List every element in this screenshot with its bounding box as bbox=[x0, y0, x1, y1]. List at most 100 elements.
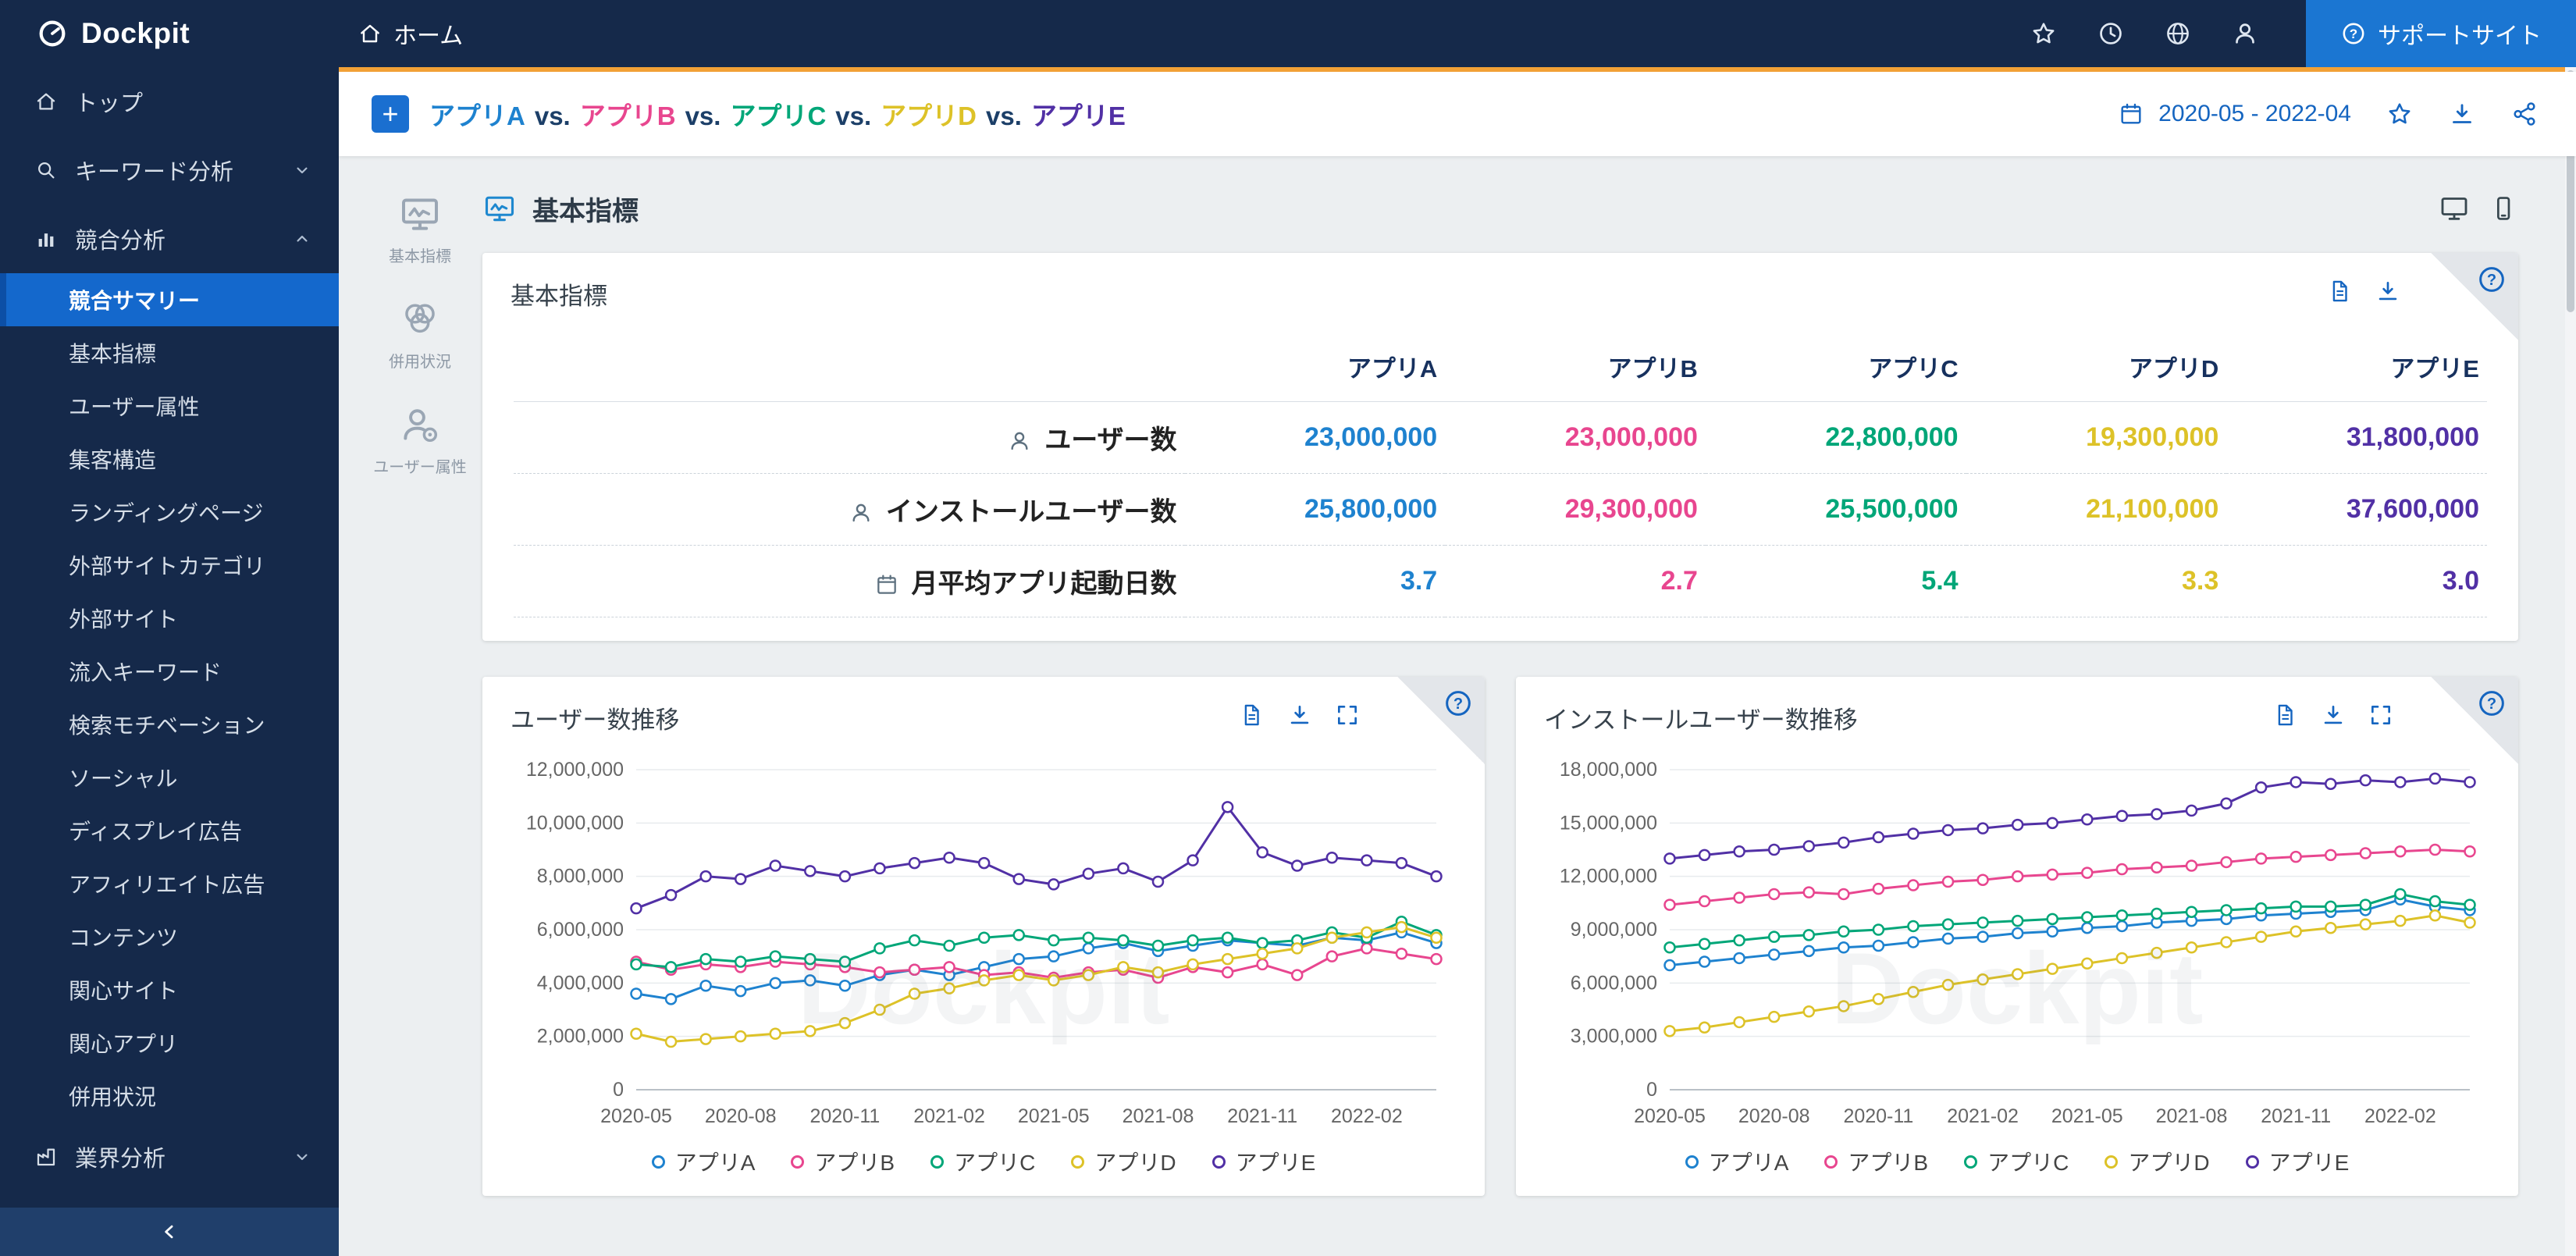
legend-item[interactable]: アプリE bbox=[2245, 1146, 2349, 1177]
download-icon[interactable] bbox=[2375, 278, 2401, 304]
top-bar: Dockpit ホーム サポートサイト bbox=[0, 0, 2576, 67]
sidebar-subitem-label: 競合サマリー bbox=[69, 289, 201, 313]
help-icon[interactable] bbox=[1443, 688, 1474, 719]
sidebar-subitem-contents[interactable]: コンテンツ bbox=[0, 910, 339, 963]
card-toolbar bbox=[2326, 278, 2401, 304]
sidebar-item-keyword-analysis[interactable]: キーワード分析 bbox=[0, 136, 339, 205]
sidebar-subitem-competitor-summary[interactable]: 競合サマリー bbox=[0, 273, 339, 326]
favorites-star-icon[interactable] bbox=[2030, 20, 2058, 48]
sidebar-item-competitive-analysis[interactable]: 競合分析 bbox=[0, 205, 339, 273]
support-site-button[interactable]: サポートサイト bbox=[2306, 0, 2576, 67]
legend-item[interactable]: アプリD bbox=[1071, 1146, 1176, 1177]
rail-item-basic-indicators[interactable]: 基本指標 bbox=[389, 192, 451, 266]
sidebar-item-label: キーワード分析 bbox=[75, 160, 234, 185]
favorite-star-icon[interactable] bbox=[2386, 100, 2414, 128]
svg-text:2021-02: 2021-02 bbox=[913, 1105, 985, 1127]
download-icon[interactable] bbox=[2320, 702, 2347, 728]
share-icon[interactable] bbox=[2510, 100, 2539, 128]
legend-label: アプリB bbox=[814, 1151, 895, 1175]
date-range[interactable]: 2020-05 - 2022-04 bbox=[2158, 101, 2351, 127]
page-scrollbar[interactable] bbox=[2565, 67, 2576, 1256]
table-row-install-users: インストールユーザー数 25,800,000 29,300,000 25,500… bbox=[514, 473, 2487, 546]
svg-text:9,000,000: 9,000,000 bbox=[1571, 919, 1657, 941]
sidebar-subitem-inflow-keywords[interactable]: 流入キーワード bbox=[0, 645, 339, 698]
legend-label: アプリD bbox=[2128, 1151, 2210, 1175]
rail-item-concurrent-usage[interactable]: 併用状況 bbox=[389, 297, 451, 372]
sidebar-subitem-traffic-structure[interactable]: 集客構造 bbox=[0, 432, 339, 486]
account-icon[interactable] bbox=[2231, 20, 2259, 48]
legend-label: アプリB bbox=[1848, 1151, 1929, 1175]
sidebar-subitem-affiliate-ads[interactable]: アフィリエイト広告 bbox=[0, 857, 339, 910]
expand-icon[interactable] bbox=[1335, 703, 1360, 728]
section-rail: 基本指標 併用状況 ユーザー属性 bbox=[368, 183, 471, 1256]
legend-label: アプリA bbox=[1708, 1151, 1789, 1175]
svg-text:4,000,000: 4,000,000 bbox=[537, 972, 624, 994]
sidebar-subitem-display-ads[interactable]: ディスプレイ広告 bbox=[0, 804, 339, 857]
brand[interactable]: Dockpit bbox=[0, 17, 339, 50]
value-cell: 23,000,000 bbox=[1184, 401, 1446, 474]
card-title: ユーザー数推移 bbox=[511, 706, 680, 734]
report-file-icon[interactable] bbox=[1238, 702, 1265, 728]
metric-label: インストールユーザー数 bbox=[885, 497, 1177, 527]
card-title: 基本指標 bbox=[511, 283, 607, 310]
legend-label: アプリE bbox=[1235, 1151, 1316, 1175]
desktop-toggle-icon[interactable] bbox=[2439, 193, 2470, 224]
support-site-label: サポートサイト bbox=[2378, 23, 2542, 49]
report-file-icon[interactable] bbox=[2326, 278, 2353, 304]
sidebar-subitem-external-sites[interactable]: 外部サイト bbox=[0, 592, 339, 645]
app-a-name: アプリA bbox=[429, 101, 525, 130]
sidebar-collapse-button[interactable] bbox=[0, 1208, 339, 1256]
sidebar-subitem-external-site-categories[interactable]: 外部サイトカテゴリ bbox=[0, 539, 339, 592]
legend-item[interactable]: アプリA bbox=[651, 1146, 755, 1177]
sidebar-subitem-interest-sites[interactable]: 関心サイト bbox=[0, 963, 339, 1016]
svg-text:2021-08: 2021-08 bbox=[1123, 1105, 1194, 1127]
chart-legend: アプリA アプリB アプリC アプリD アプリE bbox=[482, 1146, 1485, 1177]
svg-text:2021-02: 2021-02 bbox=[1947, 1105, 2019, 1127]
svg-text:15,000,000: 15,000,000 bbox=[1560, 812, 1657, 834]
mobile-toggle-icon[interactable] bbox=[2489, 194, 2518, 223]
download-icon[interactable] bbox=[1286, 702, 1313, 728]
download-icon[interactable] bbox=[2448, 100, 2476, 128]
value-cell: 19,300,000 bbox=[1966, 401, 2227, 474]
legend-item[interactable]: アプリE bbox=[1212, 1146, 1316, 1177]
sidebar-item-industry-analysis[interactable]: 業界分析 bbox=[0, 1123, 339, 1191]
sidebar-subitem-concurrent-usage[interactable]: 併用状況 bbox=[0, 1069, 339, 1123]
sidebar-subitem-basic-indicators[interactable]: 基本指標 bbox=[0, 326, 339, 379]
legend-item[interactable]: アプリB bbox=[791, 1146, 895, 1177]
svg-text:6,000,000: 6,000,000 bbox=[1571, 972, 1657, 994]
legend-item[interactable]: アプリB bbox=[1824, 1146, 1928, 1177]
sidebar-subitem-label: 外部サイト bbox=[69, 607, 179, 632]
sidebar-item-top[interactable]: トップ bbox=[0, 67, 339, 136]
help-icon[interactable] bbox=[2476, 688, 2507, 719]
legend-marker bbox=[1824, 1155, 1838, 1169]
help-icon[interactable] bbox=[2476, 264, 2507, 295]
sidebar-subitem-social[interactable]: ソーシャル bbox=[0, 751, 339, 804]
value-cell: 3.3 bbox=[1966, 545, 2227, 617]
sidebar-subitem-interest-apps[interactable]: 関心アプリ bbox=[0, 1016, 339, 1069]
dockpit-logo-icon bbox=[36, 17, 69, 50]
chevron-down-icon bbox=[292, 160, 312, 180]
add-comparison-button[interactable]: + bbox=[372, 95, 409, 133]
history-icon[interactable] bbox=[2097, 20, 2125, 48]
monitor-chart-icon bbox=[398, 192, 442, 236]
rail-item-label: ユーザー属性 bbox=[373, 459, 467, 476]
globe-icon[interactable] bbox=[2164, 20, 2192, 48]
legend-item[interactable]: アプリC bbox=[930, 1146, 1035, 1177]
report-file-icon[interactable] bbox=[2272, 702, 2298, 728]
home-tab[interactable]: ホーム bbox=[358, 16, 463, 51]
expand-icon[interactable] bbox=[2368, 703, 2393, 728]
sidebar-subitem-landing-pages[interactable]: ランディングページ bbox=[0, 486, 339, 539]
sidebar-subitem-user-attributes[interactable]: ユーザー属性 bbox=[0, 379, 339, 432]
chart-legend: アプリA アプリB アプリC アプリD アプリE bbox=[1516, 1146, 2518, 1177]
rail-item-user-attributes[interactable]: ユーザー属性 bbox=[373, 403, 467, 477]
sidebar-subitem-search-motivation[interactable]: 検索モチベーション bbox=[0, 698, 339, 751]
legend-marker bbox=[1212, 1155, 1226, 1169]
legend-item[interactable]: アプリA bbox=[1685, 1146, 1789, 1177]
legend-item[interactable]: アプリC bbox=[1964, 1146, 2069, 1177]
calendar-icon bbox=[2118, 101, 2144, 127]
charts-row: ユーザー数推移 Dockpit 0 2,000,000 4,000,000 6,000… bbox=[482, 677, 2518, 1196]
home-label: ホーム bbox=[393, 23, 464, 49]
value-cell: 23,000,000 bbox=[1445, 401, 1706, 474]
legend-item[interactable]: アプリD bbox=[2105, 1146, 2210, 1177]
sidebar-item-label: トップ bbox=[75, 91, 144, 116]
